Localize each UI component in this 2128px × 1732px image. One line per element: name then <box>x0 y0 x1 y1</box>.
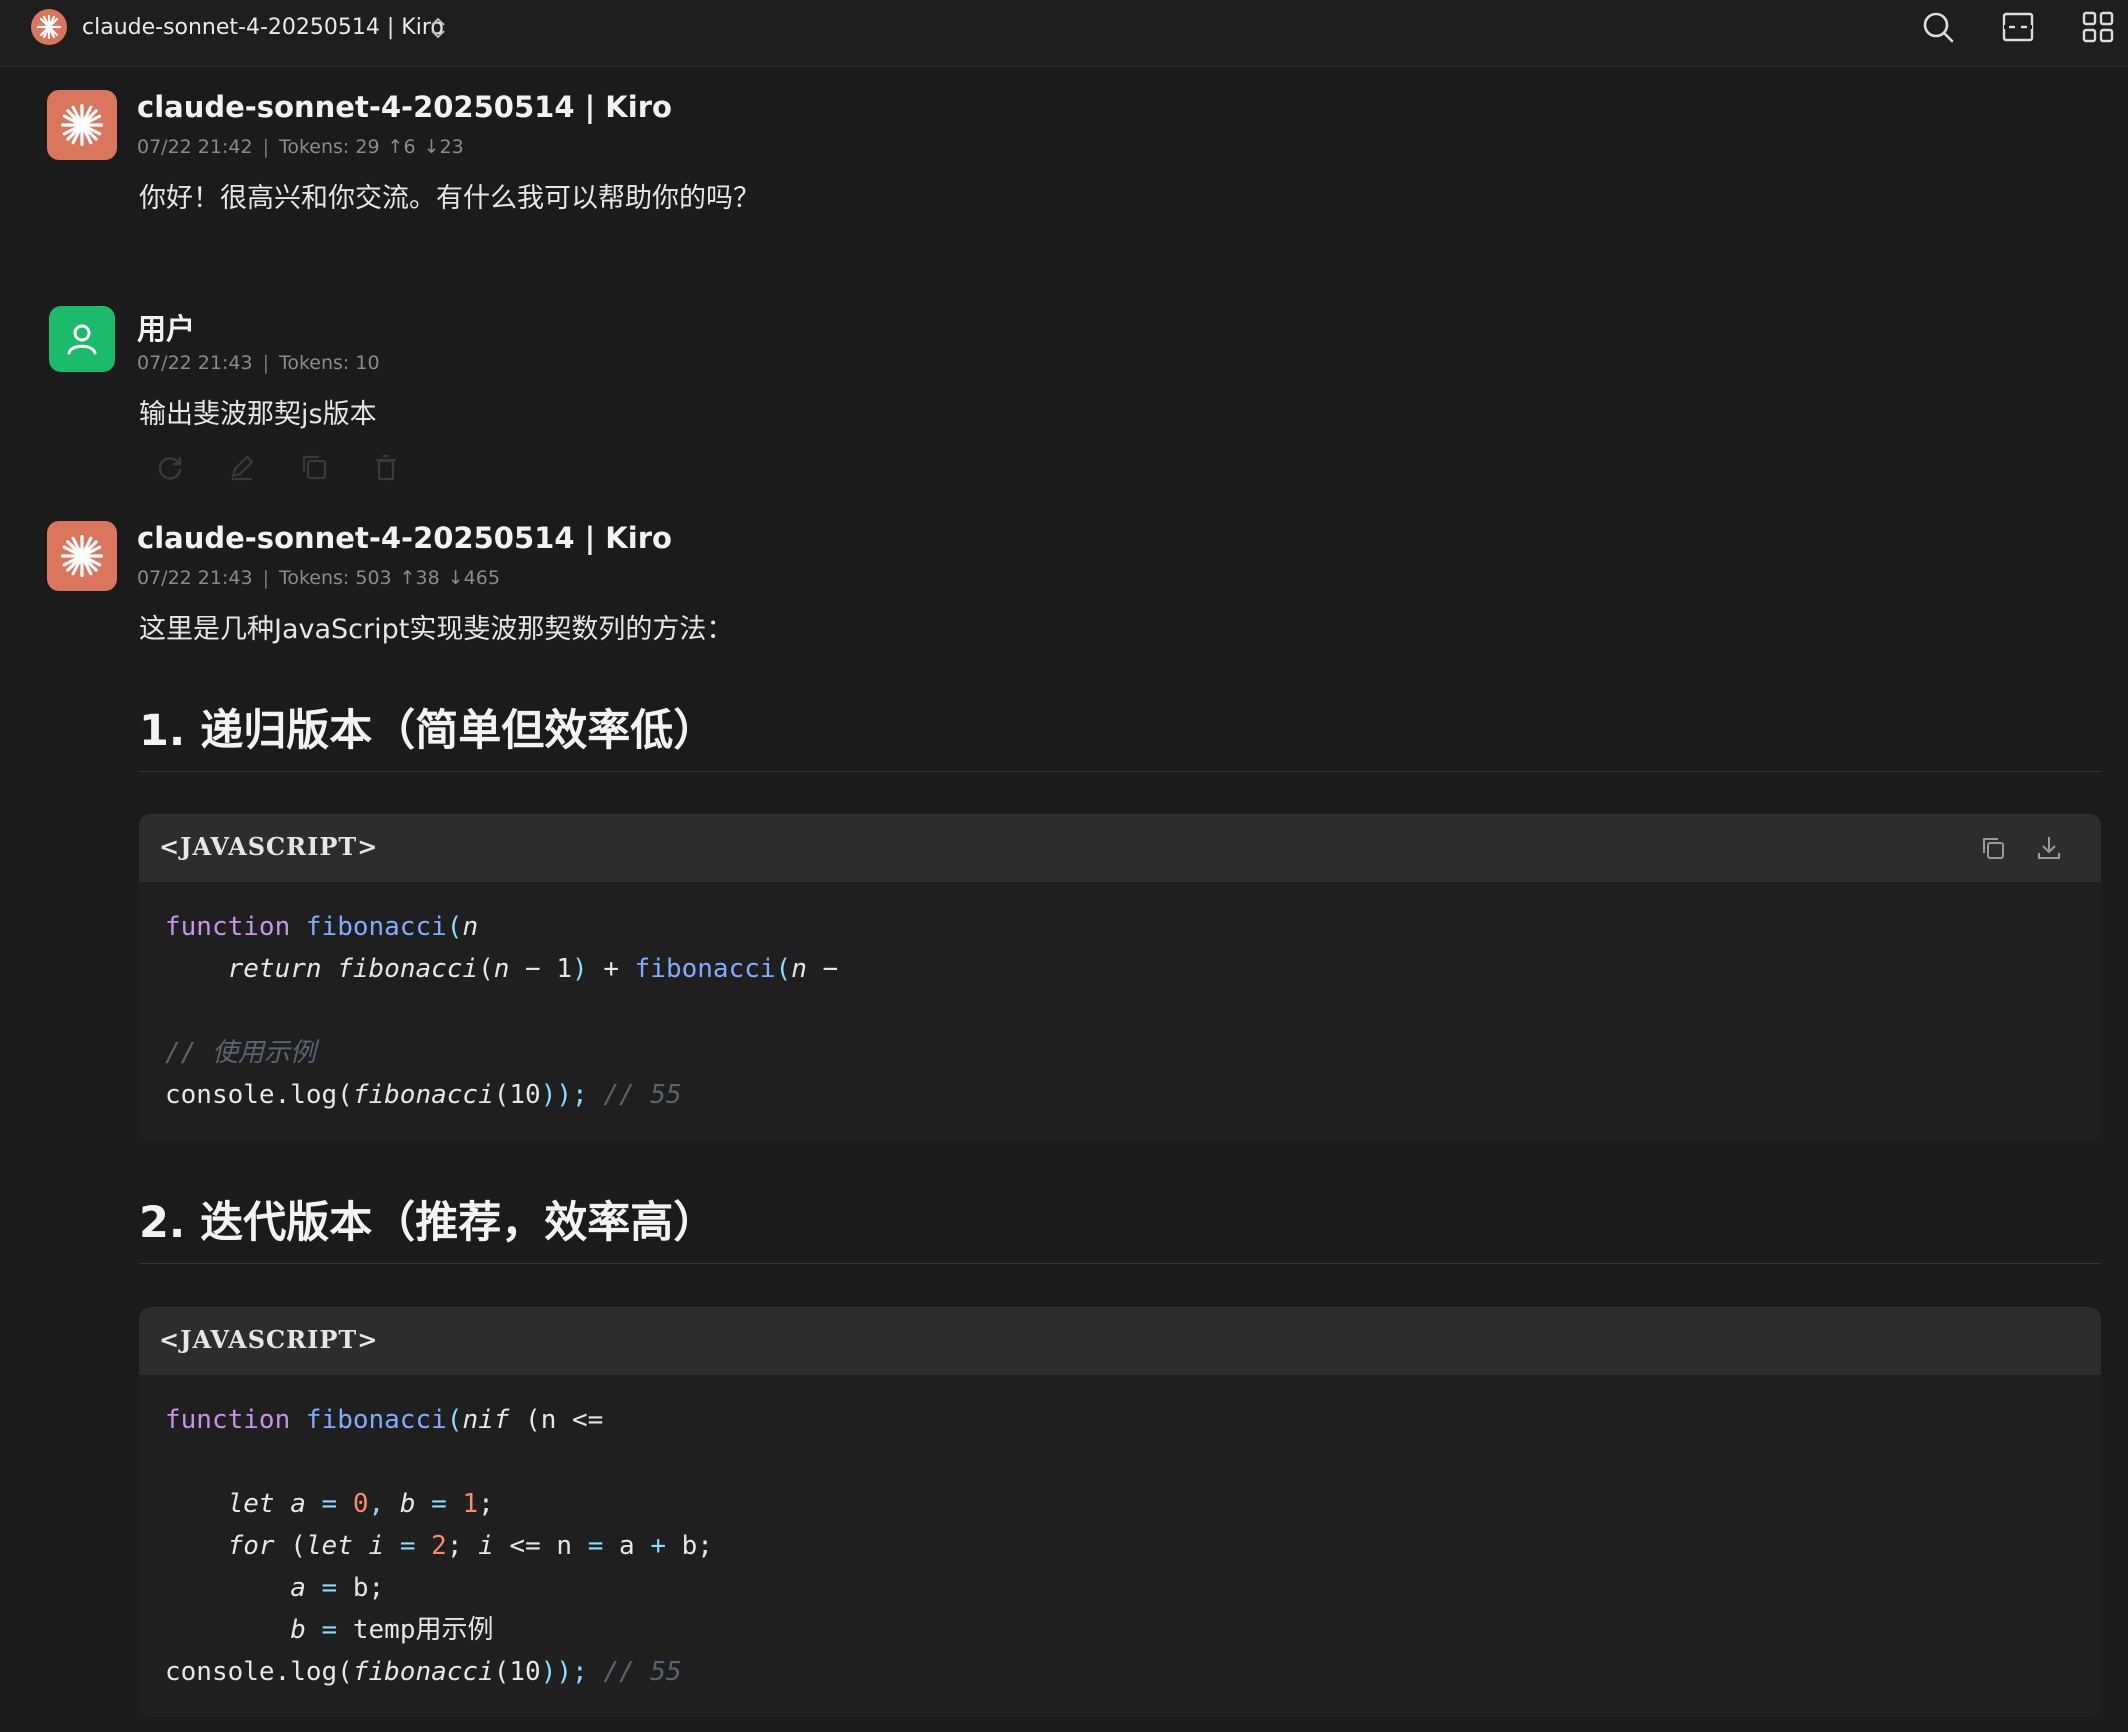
copy-icon[interactable] <box>296 449 332 485</box>
divider <box>139 1263 2101 1264</box>
sender-name: claude-sonnet-4-20250514 | Kiro <box>137 90 672 124</box>
timestamp: 07/22 21:42 <box>137 136 253 158</box>
message-text: 你好！很高兴和你交流。有什么我可以帮助你的吗？ <box>139 183 760 214</box>
token-count: Tokens: 29 <box>278 136 380 158</box>
tokens-up: ↑38 <box>399 567 440 589</box>
code-language: <JAVASCRIPT> <box>159 832 379 861</box>
code-block-header: <JAVASCRIPT> <box>139 814 2101 882</box>
code-content: function fibonacci(nif (n <= let a = 0, … <box>165 1405 713 1687</box>
user-avatar-icon <box>49 306 115 372</box>
top-bar: claude-sonnet-4-20250514 | Kiro <box>0 0 2128 67</box>
regenerate-icon[interactable] <box>152 449 188 485</box>
code-block: <JAVASCRIPT> function fibonacci(nif (n <… <box>139 1307 2101 1717</box>
code-block-header: <JAVASCRIPT> <box>139 1307 2101 1375</box>
delete-icon[interactable] <box>368 449 404 485</box>
code-block: <JAVASCRIPT> function fibonacci(n return… <box>139 814 2101 1142</box>
tokens-down: ↓23 <box>423 136 464 158</box>
app-logo-icon[interactable] <box>31 9 67 45</box>
sender-name: 用户 <box>137 312 196 346</box>
section-heading: 1. 递归版本（简单但效率低） <box>139 706 717 756</box>
grid-icon[interactable] <box>2077 6 2119 48</box>
message-text: 这里是几种JavaScript实现斐波那契数列的方法： <box>139 614 734 645</box>
message-meta: 07/22 21:43 | Tokens: 10 <box>137 352 380 374</box>
copy-code-icon[interactable] <box>1975 830 2011 866</box>
collapse-icon[interactable] <box>1997 6 2039 48</box>
token-count: Tokens: 503 <box>278 567 392 589</box>
edit-icon[interactable] <box>224 449 260 485</box>
tokens-up: ↑6 <box>387 136 416 158</box>
assistant-avatar-icon <box>47 521 117 591</box>
message-meta: 07/22 21:43 | Tokens: 503 ↑38 ↓465 <box>137 567 500 589</box>
timestamp: 07/22 21:43 <box>137 567 253 589</box>
code-content: function fibonacci(n return fibonacci(n … <box>165 912 839 1110</box>
tokens-down: ↓465 <box>447 567 500 589</box>
download-icon[interactable] <box>2031 830 2067 866</box>
message-meta: 07/22 21:42 | Tokens: 29 ↑6 ↓23 <box>137 136 464 158</box>
timestamp: 07/22 21:43 <box>137 352 253 374</box>
token-count: Tokens: 10 <box>278 352 380 374</box>
assistant-avatar-icon <box>47 90 117 160</box>
chevron-updown-icon[interactable] <box>428 14 448 42</box>
message-text: 输出斐波那契js版本 <box>139 399 377 430</box>
sender-name: claude-sonnet-4-20250514 | Kiro <box>137 521 672 555</box>
conversation-title[interactable]: claude-sonnet-4-20250514 | Kiro <box>82 13 444 43</box>
divider <box>139 771 2101 772</box>
search-icon[interactable] <box>1917 6 1959 48</box>
code-language: <JAVASCRIPT> <box>159 1325 379 1354</box>
section-heading: 2. 迭代版本（推荐，效率高） <box>139 1198 717 1248</box>
